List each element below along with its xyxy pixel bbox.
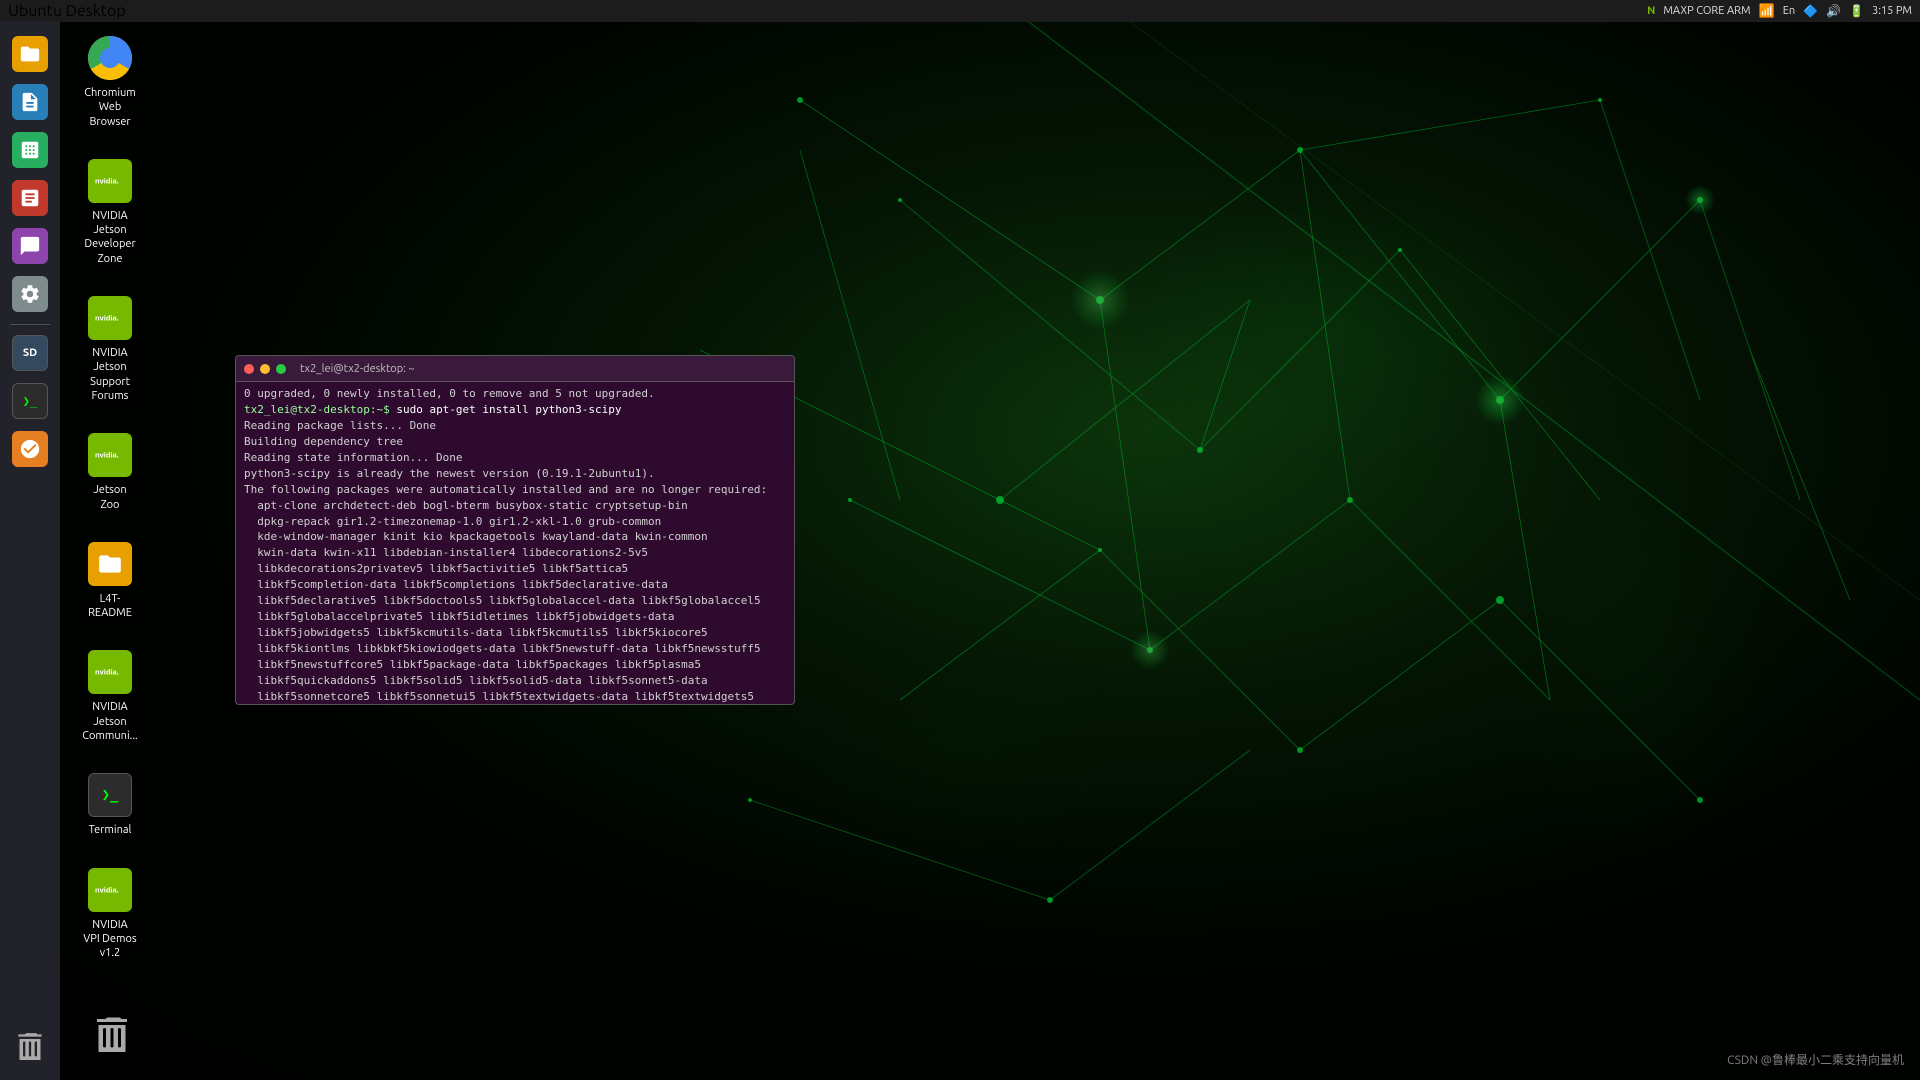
desktop-icon-jetson-dev[interactable]: nvidia. NVIDIAJetsonDeveloperZone (70, 153, 150, 270)
dock-item-trash[interactable] (4, 1024, 56, 1070)
terminal-titlebar: tx2_lei@tx2-desktop: ~ (236, 356, 794, 382)
terminal-line: python3-scipy is already the newest vers… (244, 466, 786, 482)
watermark: CSDN @鲁棒最小二乘支持向量机 (1727, 1051, 1904, 1068)
terminal-label: Terminal (89, 823, 132, 837)
terminal-line: libkf5declarative5 libkf5doctools5 libkf… (244, 593, 786, 609)
maxp-label: MAXP CORE ARM (1663, 5, 1750, 17)
dock-item-sd[interactable]: SD (4, 331, 56, 377)
desktop: Ubuntu Desktop N MAXP CORE ARM 📶 En 🔷 🔊 … (0, 0, 1920, 1080)
battery-icon[interactable]: 🔋 (1849, 4, 1864, 18)
chromium-label: ChromiumWebBrowser (84, 86, 136, 129)
terminal-line: libkf5globalaccelprivate5 libkf5idletime… (244, 609, 786, 625)
desktop-icon-chromium[interactable]: ChromiumWebBrowser (70, 30, 150, 133)
desktop-icon-jetson-communi[interactable]: nvidia. NVIDIAJetsonCommuni... (70, 644, 150, 747)
dock-item-files[interactable] (4, 32, 56, 78)
terminal-line: libkf5completion-data libkf5completions … (244, 577, 786, 593)
topbar: Ubuntu Desktop N MAXP CORE ARM 📶 En 🔷 🔊 … (0, 0, 1920, 22)
terminal-title: tx2_lei@tx2-desktop: ~ (300, 363, 415, 375)
dock-item-notes[interactable] (4, 224, 56, 270)
dock-item-settings[interactable] (4, 272, 56, 318)
svg-text:nvidia.: nvidia. (95, 451, 119, 460)
terminal-line: libkf5quickaddons5 libkf5solid5 libkf5so… (244, 673, 786, 689)
jetson-support-label: NVIDIAJetsonSupportForums (90, 346, 130, 403)
trash-desktop-icon[interactable] (72, 1008, 152, 1060)
terminal-content[interactable]: 0 upgraded, 0 newly installed, 0 to remo… (236, 382, 794, 704)
terminal-min-btn[interactable] (260, 364, 270, 374)
nvidia-status-icon[interactable]: N (1647, 5, 1655, 17)
terminal-line: 0 upgraded, 0 newly installed, 0 to remo… (244, 386, 786, 402)
terminal-line: The following packages were automaticall… (244, 482, 786, 498)
jetson-dev-label: NVIDIAJetsonDeveloperZone (84, 209, 135, 266)
terminal-close-btn[interactable] (244, 364, 254, 374)
svg-text:nvidia.: nvidia. (95, 885, 119, 894)
dock-item-update[interactable] (4, 427, 56, 473)
terminal-window[interactable]: tx2_lei@tx2-desktop: ~ 0 upgraded, 0 new… (235, 355, 795, 705)
volume-icon[interactable]: 🔊 (1826, 4, 1841, 18)
dock-item-spreadsheet[interactable] (4, 128, 56, 174)
l4t-label: L4T-README (88, 592, 132, 621)
dock-separator (10, 324, 50, 325)
dock-item-presentation[interactable] (4, 176, 56, 222)
desktop-icons: ChromiumWebBrowser nvidia. NVIDIAJetsonD… (70, 30, 150, 965)
terminal-line: libkf5newstuffcore5 libkf5package-data l… (244, 657, 786, 673)
terminal-line: apt-clone archdetect-deb bogl-bterm busy… (244, 498, 786, 514)
terminal-line: kde-window-manager kinit kio kpackagetoo… (244, 529, 786, 545)
jetson-zoo-label: JetsonZoo (93, 483, 126, 512)
clock-display[interactable]: 3:15 PM (1872, 5, 1912, 17)
terminal-line: libkf5sonnetcore5 libkf5sonnetui5 libkf5… (244, 689, 786, 704)
desktop-icon-vpi[interactable]: nvidia. NVIDIAVPI Demosv1.2 (70, 862, 150, 965)
terminal-line: kwin-data kwin-x11 libdebian-installer4 … (244, 545, 786, 561)
topbar-title: Ubuntu Desktop (8, 2, 126, 20)
topbar-right: N MAXP CORE ARM 📶 En 🔷 🔊 🔋 3:15 PM (1647, 4, 1912, 19)
terminal-line: Reading package lists... Done (244, 418, 786, 434)
terminal-line: Building dependency tree (244, 434, 786, 450)
topbar-left: Ubuntu Desktop (8, 2, 126, 20)
bluetooth-icon[interactable]: 🔷 (1803, 4, 1818, 18)
dock: SD ❯_ (0, 22, 60, 1080)
svg-text:nvidia.: nvidia. (95, 314, 119, 323)
desktop-icon-l4t[interactable]: L4T-README (70, 536, 150, 625)
vpi-label: NVIDIAVPI Demosv1.2 (83, 918, 136, 961)
dock-item-terminal[interactable]: ❯_ (4, 379, 56, 425)
jetson-communi-label: NVIDIAJetsonCommuni... (82, 700, 138, 743)
svg-text:nvidia.: nvidia. (95, 668, 119, 677)
language-icon[interactable]: En (1783, 5, 1795, 17)
terminal-line: tx2_lei@tx2-desktop:~$ sudo apt-get inst… (244, 402, 786, 418)
watermark-text: CSDN @鲁棒最小二乘支持向量机 (1727, 1054, 1904, 1067)
wifi-icon[interactable]: 📶 (1759, 4, 1775, 19)
terminal-line: Reading state information... Done (244, 450, 786, 466)
dock-item-text[interactable] (4, 80, 56, 126)
desktop-icon-jetson-zoo[interactable]: nvidia. JetsonZoo (70, 427, 150, 516)
terminal-max-btn[interactable] (276, 364, 286, 374)
desktop-icon-terminal[interactable]: ❯_ Terminal (70, 767, 150, 841)
terminal-line: libkf5kiontlms libkbkf5kiowiodgets-data … (244, 641, 786, 657)
terminal-line: libkdecorations2privatev5 libkf5activiti… (244, 561, 786, 577)
terminal-line: libkf5jobwidgets5 libkf5kcmutils-data li… (244, 625, 786, 641)
desktop-icon-jetson-support[interactable]: nvidia. NVIDIAJetsonSupportForums (70, 290, 150, 407)
terminal-line: dpkg-repack gir1.2-timezonemap-1.0 gir1.… (244, 514, 786, 530)
svg-text:nvidia.: nvidia. (95, 177, 119, 186)
